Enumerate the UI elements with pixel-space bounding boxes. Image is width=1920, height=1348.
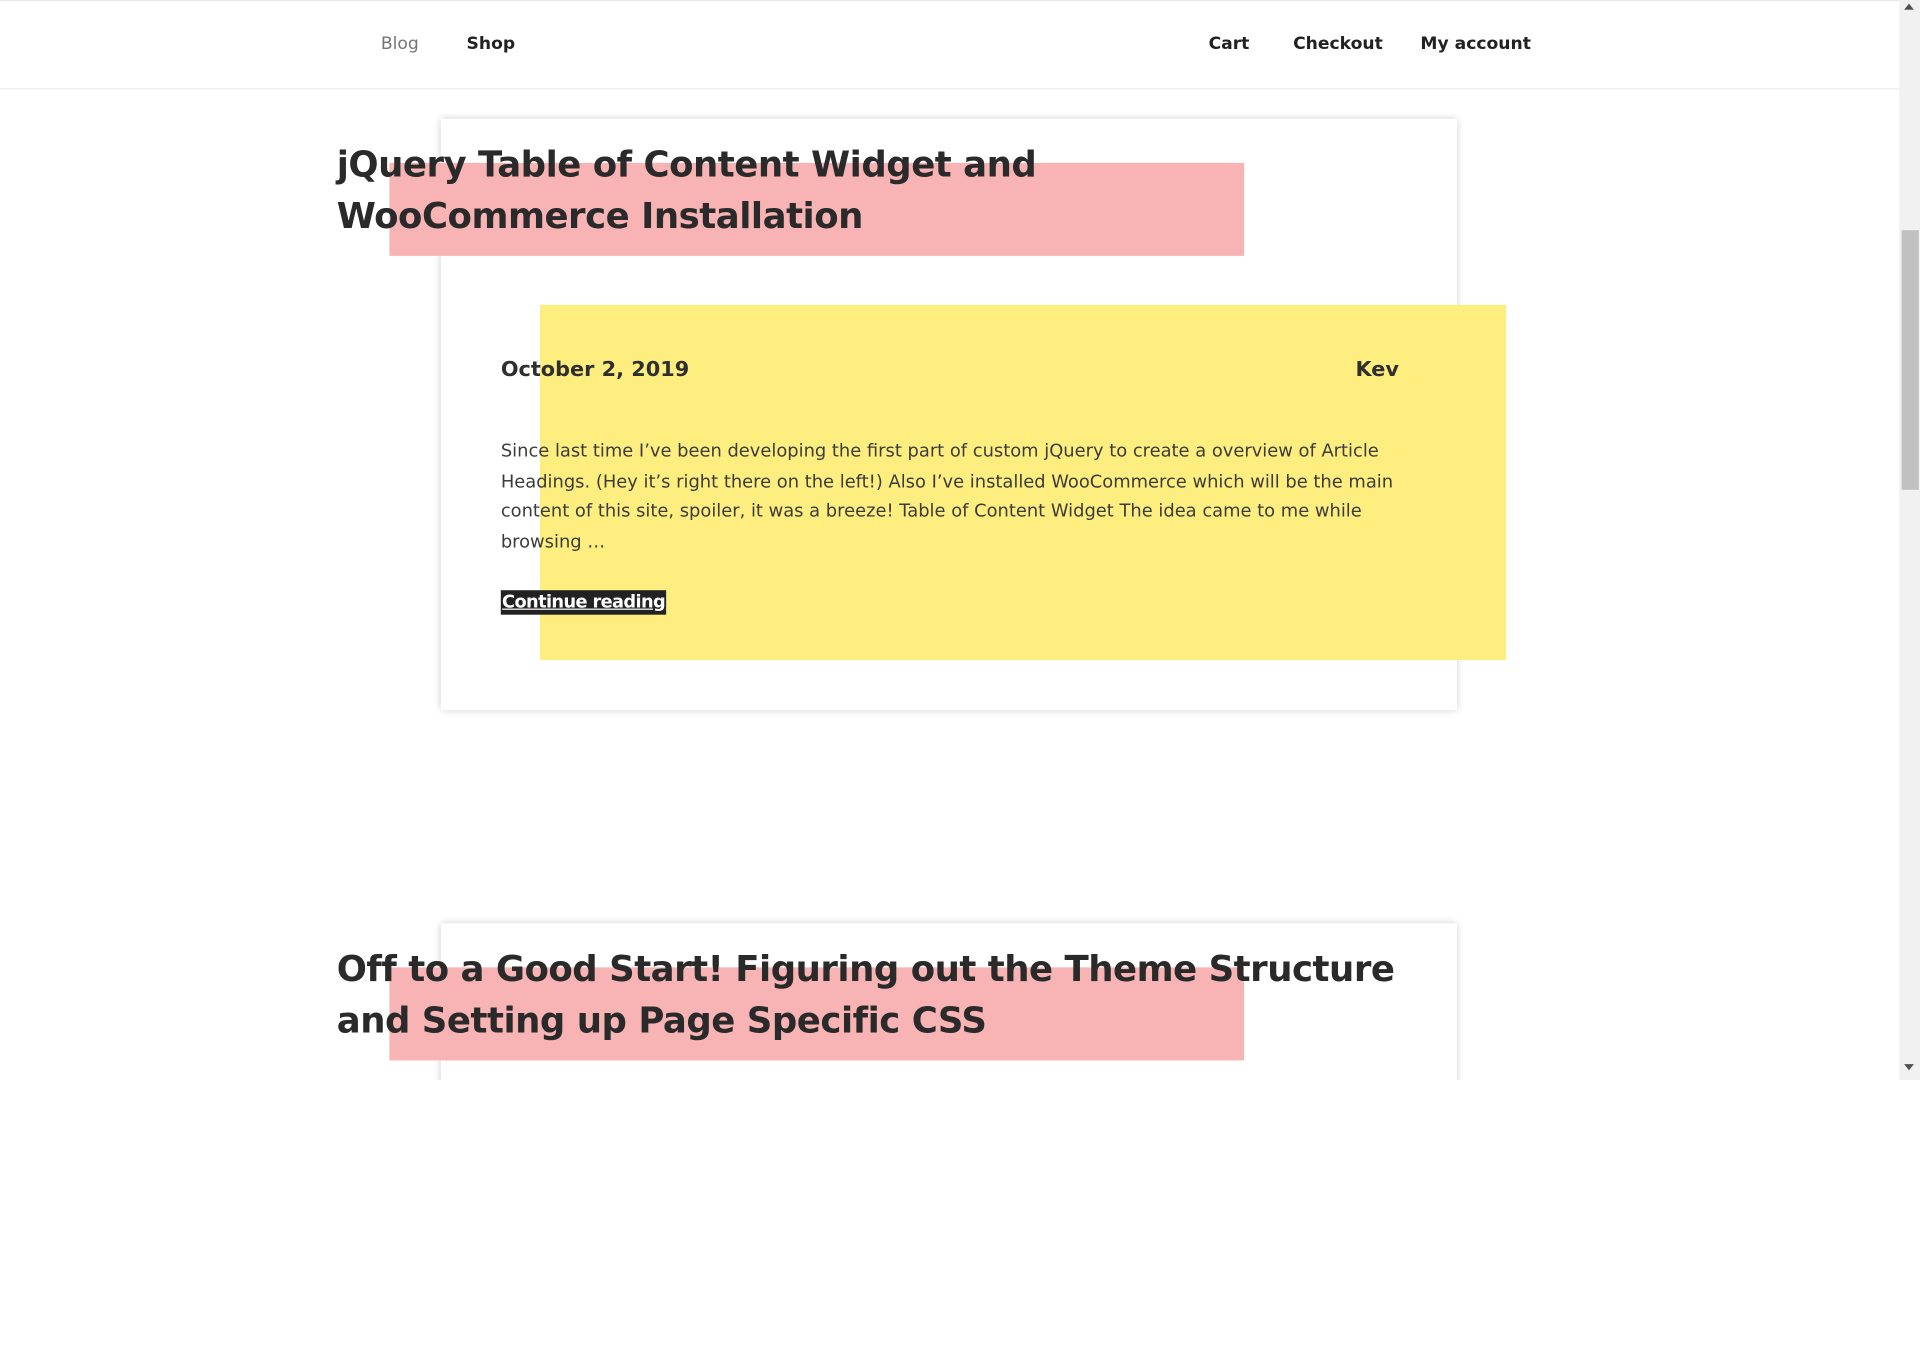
continue-reading-link[interactable]: Continue reading [500, 590, 667, 615]
nav-link-shop[interactable]: Shop [467, 34, 516, 54]
scrollbar-thumb[interactable] [1901, 230, 1919, 490]
nav-link-cart[interactable]: Cart [1209, 34, 1250, 54]
post-date[interactable]: October 2, 2019 [501, 358, 689, 382]
page-root: Blog Shop Cart Checkout My account jQuer… [0, 0, 1920, 1348]
site-navigation: Blog Shop Cart Checkout My account [0, 1, 1900, 90]
scroll-down-icon[interactable] [1904, 1064, 1914, 1071]
vertical-scrollbar[interactable] [1899, 0, 1920, 1081]
nav-link-checkout[interactable]: Checkout [1293, 34, 1383, 54]
browser-viewport: Blog Shop Cart Checkout My account jQuer… [0, 0, 1920, 1081]
nav-link-blog[interactable]: Blog [381, 34, 419, 54]
post-title[interactable]: jQuery Table of Content Widget and WooCo… [337, 138, 1317, 241]
scroll-up-icon[interactable] [1904, 3, 1914, 10]
post-author[interactable]: Kev [1356, 358, 1399, 382]
nav-link-my-account[interactable]: My account [1420, 34, 1530, 54]
post-excerpt: Since last time I’ve been developing the… [500, 440, 1394, 552]
post-title[interactable]: Off to a Good Start! Figuring out the Th… [337, 943, 1415, 1046]
